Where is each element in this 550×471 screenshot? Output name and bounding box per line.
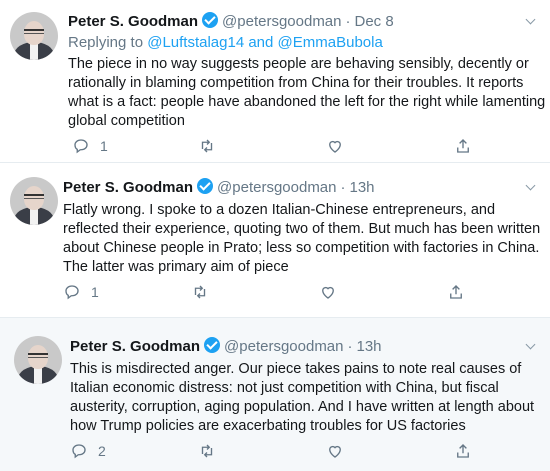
comment-icon xyxy=(74,139,88,154)
tweet-header: Peter S. Goodman @petersgoodman · 13h xyxy=(70,337,382,357)
avatar[interactable] xyxy=(10,177,58,225)
tweet-actions: 2 xyxy=(70,442,480,462)
tweet-text: The piece in no way suggests people are … xyxy=(68,56,546,129)
author-handle[interactable]: @petersgoodman xyxy=(222,13,341,30)
reply-button[interactable]: 1 xyxy=(63,283,99,301)
verified-badge-icon xyxy=(204,337,221,353)
heart-icon xyxy=(329,140,341,153)
separator-dot: · xyxy=(345,13,351,30)
avatar[interactable] xyxy=(14,336,62,384)
share-button[interactable] xyxy=(447,283,465,301)
timestamp[interactable]: 13h xyxy=(357,338,382,355)
replying-to: Replying to @Luftstalag14 and @EmmaBubol… xyxy=(68,33,383,53)
share-button[interactable] xyxy=(454,442,472,460)
verified-badge-icon xyxy=(202,12,219,28)
separator-dot: · xyxy=(340,179,346,196)
share-icon xyxy=(457,444,469,458)
replying-to-users[interactable]: @Luftstalag14 and @EmmaBubola xyxy=(147,34,383,51)
reply-count: 1 xyxy=(91,284,99,300)
author-name[interactable]: Peter S. Goodman xyxy=(68,13,198,30)
tweet-actions: 1 xyxy=(68,137,478,157)
tweet-1[interactable]: Peter S. Goodman @petersgoodman · Dec 8 Rep… xyxy=(0,0,550,163)
author-name[interactable]: Peter S. Goodman xyxy=(63,179,193,196)
avatar[interactable] xyxy=(10,12,58,60)
replying-to-label: Replying to xyxy=(68,34,144,51)
retweet-button[interactable] xyxy=(198,442,216,460)
retweet-icon xyxy=(194,285,206,299)
tweet-header: Peter S. Goodman @petersgoodman · 13h xyxy=(63,178,375,198)
like-button[interactable] xyxy=(326,442,344,460)
share-icon xyxy=(457,139,469,153)
tweet-actions: 1 xyxy=(63,283,473,303)
retweet-icon xyxy=(201,444,213,458)
share-button[interactable] xyxy=(454,137,472,155)
chevron-down-icon[interactable] xyxy=(526,16,536,26)
retweet-icon xyxy=(201,139,213,153)
like-button[interactable] xyxy=(326,137,344,155)
chevron-down-icon[interactable] xyxy=(526,182,536,192)
author-handle[interactable]: @petersgoodman xyxy=(224,338,343,355)
comment-icon xyxy=(72,444,86,459)
author-handle[interactable]: @petersgoodman xyxy=(217,179,336,196)
like-button[interactable] xyxy=(319,283,337,301)
reply-count: 2 xyxy=(98,443,106,459)
tweet-text: This is misdirected anger. Our piece tak… xyxy=(70,361,535,434)
reply-button[interactable]: 1 xyxy=(72,137,108,155)
separator-dot: · xyxy=(347,338,353,355)
reply-button[interactable]: 2 xyxy=(70,442,106,460)
tweet-header: Peter S. Goodman @petersgoodman · Dec 8 xyxy=(68,12,394,32)
share-icon xyxy=(450,285,462,299)
heart-icon xyxy=(329,445,341,458)
chevron-down-icon[interactable] xyxy=(526,341,536,351)
comment-icon xyxy=(65,285,79,300)
retweet-button[interactable] xyxy=(191,283,209,301)
reply-count: 1 xyxy=(100,138,108,154)
tweet-text: Flatly wrong. I spoke to a dozen Italian… xyxy=(63,202,541,275)
author-name[interactable]: Peter S. Goodman xyxy=(70,338,200,355)
tweet-3[interactable]: Peter S. Goodman @petersgoodman · 13h This … xyxy=(0,318,550,471)
heart-icon xyxy=(322,286,334,299)
tweet-2[interactable]: Peter S. Goodman @petersgoodman · 13h Flatl… xyxy=(0,163,550,318)
timestamp[interactable]: Dec 8 xyxy=(355,13,394,30)
retweet-button[interactable] xyxy=(198,137,216,155)
verified-badge-icon xyxy=(197,178,214,194)
timestamp[interactable]: 13h xyxy=(350,179,375,196)
